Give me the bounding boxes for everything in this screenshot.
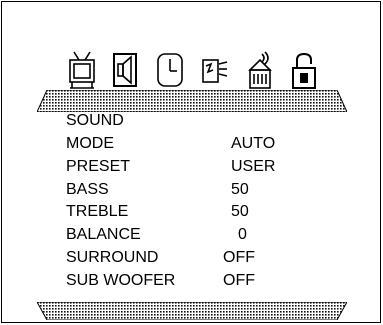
- menu-item-value: USER: [231, 158, 276, 175]
- menu-item-value: OFF: [223, 272, 255, 289]
- menu-separator-bottom: [37, 302, 347, 320]
- channel-icon[interactable]: [246, 50, 274, 90]
- menu-item-label: PRESET: [66, 158, 131, 175]
- menu-icon-bar: [68, 50, 316, 90]
- clock-icon[interactable]: [156, 50, 184, 90]
- menu-item-label: BASS: [66, 181, 109, 198]
- menu-item-value: 50: [231, 203, 249, 220]
- menu-item-value: OFF: [223, 249, 255, 266]
- menu-item-label: BALANCE: [66, 226, 141, 243]
- picture-icon[interactable]: [68, 50, 96, 90]
- menu-item-label: MODE: [66, 135, 114, 152]
- menu-item-treble[interactable]: TREBLE 50: [66, 201, 326, 223]
- menu-item-bass[interactable]: BASS 50: [66, 179, 326, 201]
- sound-icon[interactable]: [111, 50, 139, 90]
- menu-item-value: 0: [238, 226, 247, 243]
- menu-item-preset[interactable]: PRESET USER: [66, 156, 326, 178]
- menu-item-value: 50: [231, 181, 249, 198]
- menu-item-label: SURROUND: [66, 249, 159, 266]
- lock-icon[interactable]: [290, 50, 318, 90]
- menu-item-sub-woofer[interactable]: SUB WOOFER OFF: [66, 270, 326, 292]
- menu-item-label: SUB WOOFER: [66, 272, 176, 289]
- menu-item-value: AUTO: [231, 135, 276, 152]
- menu-item-surround[interactable]: SURROUND OFF: [66, 247, 326, 269]
- setup-icon[interactable]: [201, 50, 229, 90]
- menu-item-label: TREBLE: [66, 203, 129, 220]
- menu-separator-top: [37, 90, 347, 112]
- menu-title: SOUND: [66, 112, 124, 129]
- menu-item-mode[interactable]: MODE AUTO: [66, 133, 326, 155]
- osd-menu-panel: SOUND MODE AUTO PRESET USER BASS 50 TREB…: [1, 1, 381, 323]
- menu-item-balance[interactable]: BALANCE 0: [66, 224, 326, 246]
